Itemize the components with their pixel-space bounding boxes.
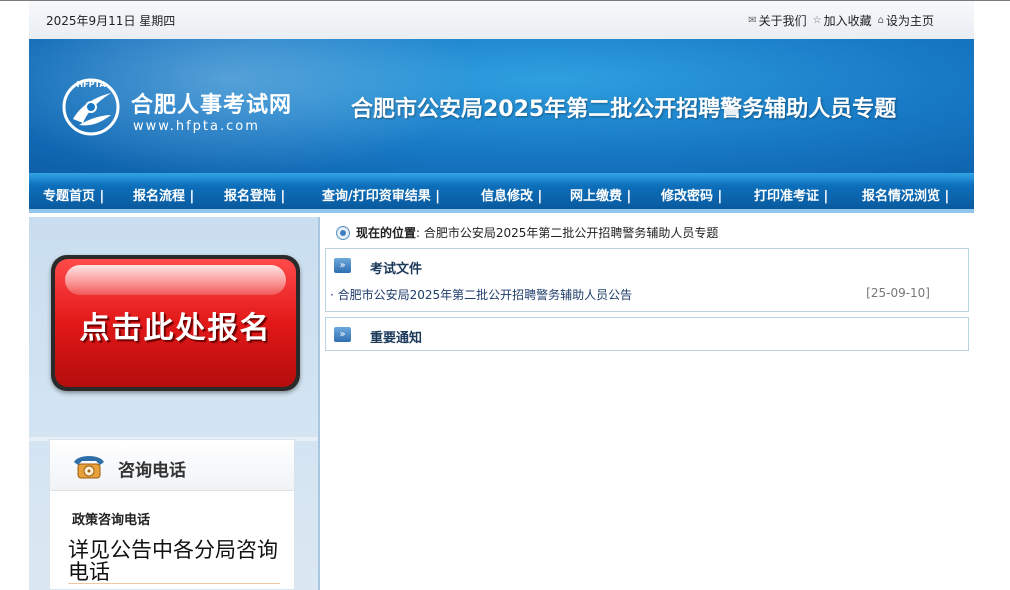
exam-file-date: [25-09-10] [866,286,930,300]
contact-header: 咨询电话 [50,440,294,491]
section-arrow-icon: » [334,327,351,342]
contact-panel: 咨询电话 政策咨询电话 详见公告中各分局咨询电话 [49,439,295,590]
breadcrumb-path: : 合肥市公安局2025年第二批公开招聘警务辅助人员专题 [416,226,719,240]
about-us-link[interactable]: ✉ 关于我们 [748,12,806,29]
star-icon: ☆ [812,15,822,26]
breadcrumb-label: 现在的位置 [356,226,417,240]
main-content: 现在的位置: 合肥市公安局2025年第二批公开招聘警务辅助人员专题 » 考试文件… [318,217,974,590]
section-arrow-icon: » [334,258,351,273]
nav-review-results[interactable]: 查询/打印资审结果 | [322,185,440,204]
top-bar: 2025年9月11日 星期四 ✉ 关于我们 ☆ 加入收藏 ⌂ 设为主页 [29,1,974,39]
set-homepage-link[interactable]: ⌂ 设为主页 [878,12,934,29]
header-banner: HFPTA 合肥人事考试网 www.hfpta.com 合肥市公安局2025年第… [29,39,974,173]
site-name: 合肥人事考试网 [131,92,293,118]
notices-title: 重要通知 [370,331,423,346]
nav-edit-info[interactable]: 信息修改 | [481,185,542,204]
breadcrumb: 现在的位置: 合肥市公安局2025年第二批公开招聘警务辅助人员专题 [336,224,718,241]
policy-hotline-label: 政策咨询电话 [72,513,151,528]
exam-files-section: » 考试文件 · 合肥市公安局2025年第二批公开招聘警务辅助人员公告 [25-… [325,248,969,312]
left-sidebar: 点击此处报名 咨询电话 政策咨询电话 详见公告中各分局咨询电话 [29,217,318,590]
mail-icon: ✉ [748,15,757,26]
add-favorite-label: 加入收藏 [823,14,872,28]
nav-online-payment[interactable]: 网上缴费 | [570,185,631,204]
exam-files-title: 考试文件 [370,262,423,277]
current-date: 2025年9月11日 星期四 [46,14,176,28]
nav-topic-home[interactable]: 专题首页 | [43,185,104,204]
contact-detail: 详见公告中各分局咨询电话 [68,538,280,584]
column-divider [318,217,320,590]
register-button[interactable]: 点击此处报名 [51,255,300,391]
register-button-label: 点击此处报名 [79,311,272,346]
telephone-icon [74,456,104,479]
main-nav: 专题首页 | 报名流程 | 报名登陆 | 查询/打印资审结果 | 信息修改 | … [29,173,974,213]
contact-title: 咨询电话 [118,461,186,481]
home-icon: ⌂ [877,15,884,26]
topic-title: 合肥市公安局2025年第二批公开招聘警务辅助人员专题 [351,97,897,122]
set-homepage-label: 设为主页 [885,14,934,28]
page-wrapper: 2025年9月11日 星期四 ✉ 关于我们 ☆ 加入收藏 ⌂ 设为主页 HFPT… [29,1,974,590]
nav-registration-login[interactable]: 报名登陆 | [224,185,285,204]
add-favorite-link[interactable]: ☆ 加入收藏 [813,12,872,29]
nav-registration-stats[interactable]: 报名情况浏览 | [862,185,949,204]
location-icon [336,225,350,240]
top-links: ✉ 关于我们 ☆ 加入收藏 ⌂ 设为主页 [748,12,934,29]
exam-file-link[interactable]: · 合肥市公安局2025年第二批公开招聘警务辅助人员公告 [330,286,632,303]
list-item: · 合肥市公安局2025年第二批公开招聘警务辅助人员公告 [25-09-10] [326,282,968,312]
notices-section: » 重要通知 [325,317,969,351]
site-url: www.hfpta.com [133,119,260,134]
logo-letters: HFPTA [76,80,106,89]
nav-change-password[interactable]: 修改密码 | [661,185,722,204]
nav-print-admission-ticket[interactable]: 打印准考证 | [754,185,828,204]
about-us-label: 关于我们 [758,14,807,28]
nav-registration-process[interactable]: 报名流程 | [133,185,194,204]
hfpta-logo-icon: HFPTA [62,78,120,136]
